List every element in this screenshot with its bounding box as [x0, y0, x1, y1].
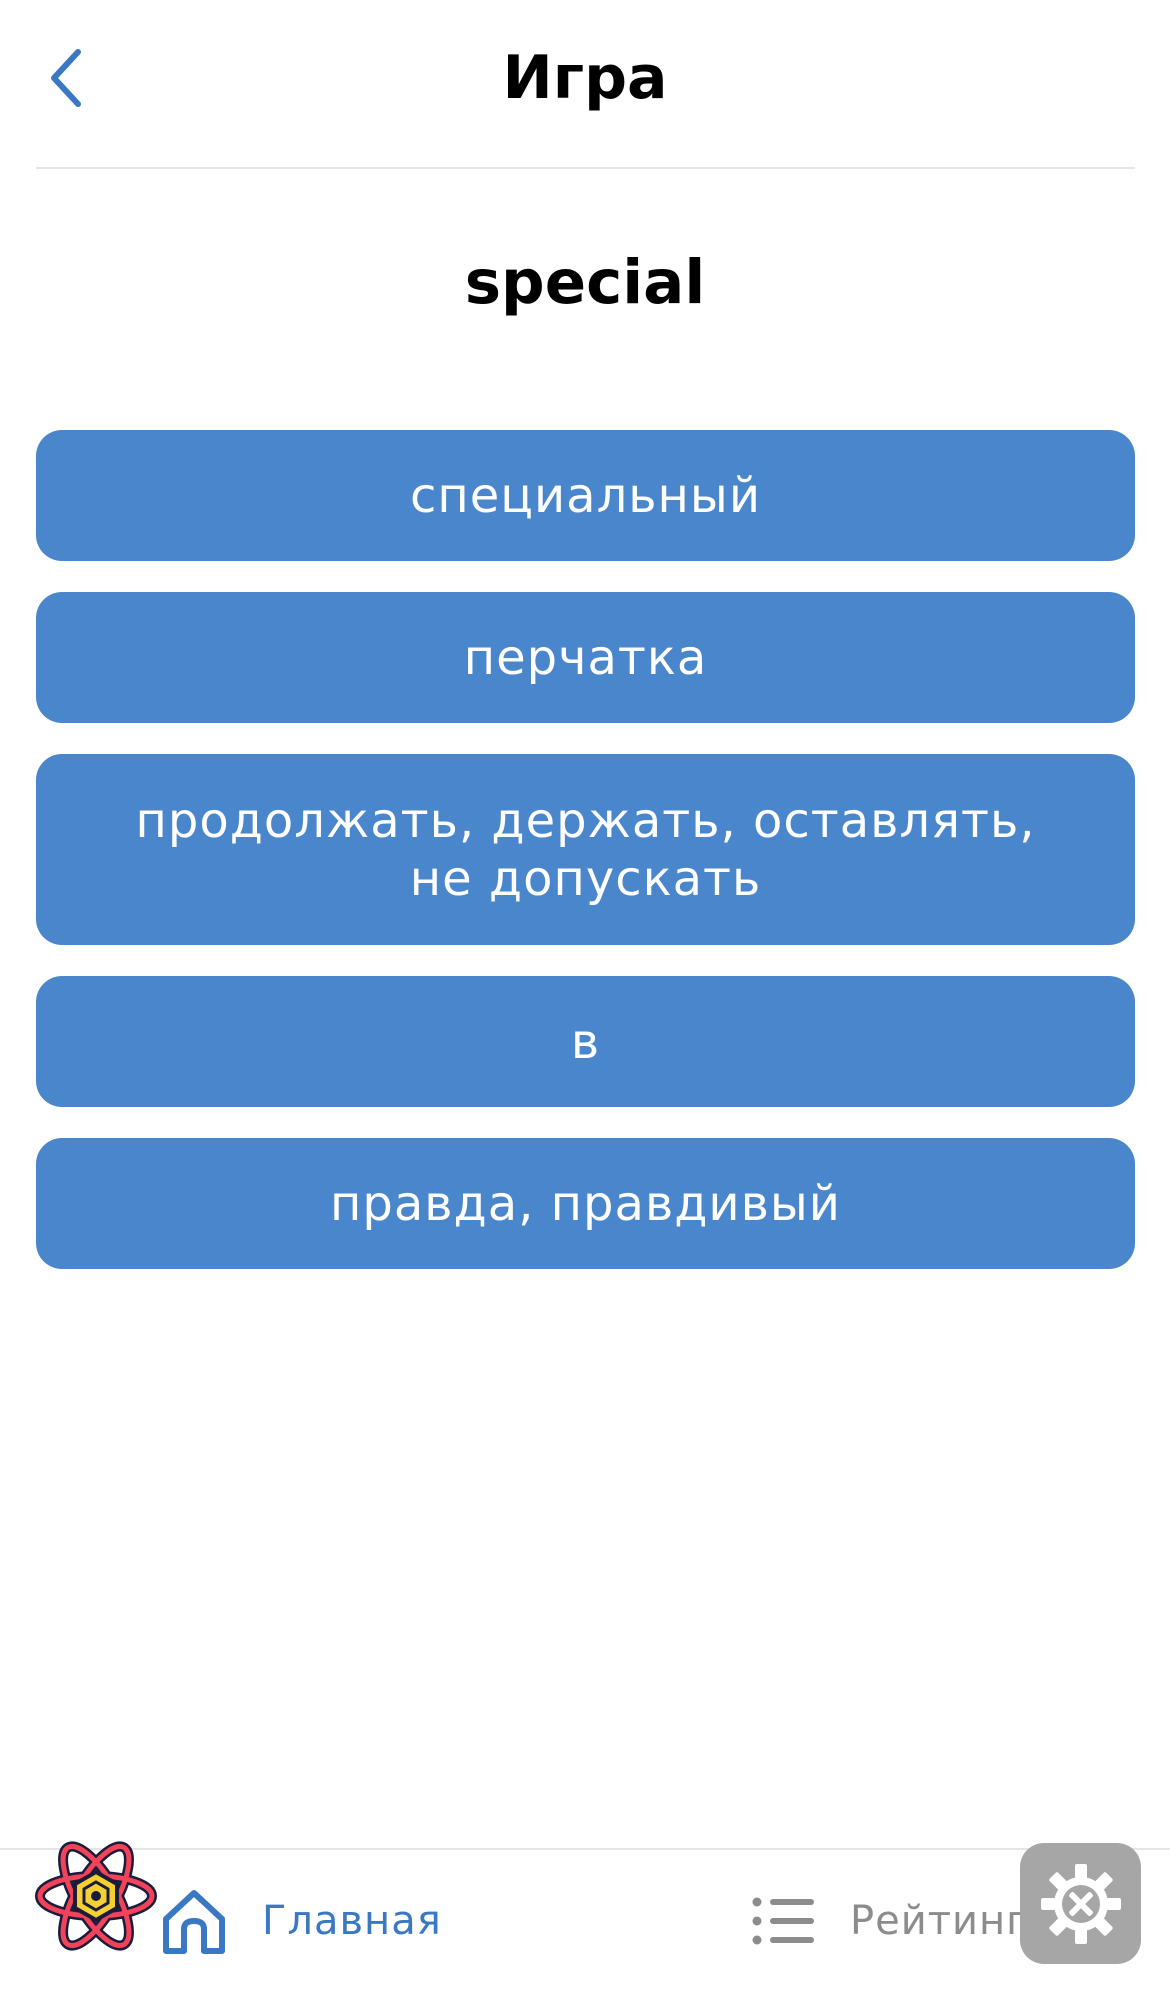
answer-button-4[interactable]: в	[36, 976, 1135, 1107]
question-word: special	[464, 247, 706, 318]
tab-home[interactable]: Главная	[160, 1850, 442, 1992]
home-icon	[163, 1890, 225, 1954]
tab-bar: Главная Рейтинг	[0, 1850, 1170, 1992]
answer-button-2[interactable]: перчатка	[36, 592, 1135, 723]
tab-rating[interactable]: Рейтинг	[752, 1850, 1028, 1992]
page-title: Игра	[502, 43, 668, 113]
tab-home-label: Главная	[262, 1898, 442, 1944]
header-divider	[36, 167, 1135, 169]
gear-icon	[1040, 1863, 1121, 1944]
dev-menu-button[interactable]	[1020, 1843, 1141, 1964]
header: Игра	[0, 0, 1170, 169]
answer-button-5[interactable]: правда, правдивый	[36, 1138, 1135, 1269]
tab-rating-label: Рейтинг	[850, 1898, 1029, 1944]
react-native-logo-icon	[35, 1841, 157, 1951]
list-icon	[752, 1897, 814, 1945]
answer-list: специальный перчатка продолжать, держать…	[36, 430, 1135, 1269]
answer-button-3[interactable]: продолжать, держать, оставлять, не допус…	[36, 754, 1135, 945]
answer-button-1[interactable]: специальный	[36, 430, 1135, 561]
